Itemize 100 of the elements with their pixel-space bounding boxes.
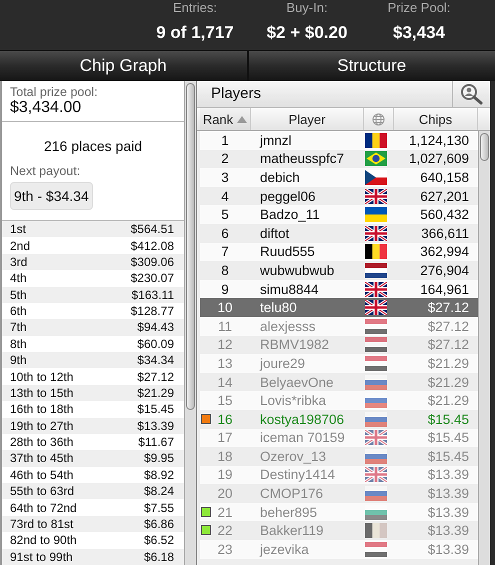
- player-row[interactable]: 3 debich 640,158: [200, 168, 478, 187]
- flag-icon: [364, 300, 386, 316]
- payout-place: 73rd to 81st: [10, 516, 74, 531]
- rank-cell-text: 5: [220, 207, 230, 222]
- column-header[interactable]: Rank: [200, 108, 251, 130]
- rank-cell-text: 1: [220, 132, 230, 148]
- column-header[interactable]: Chips: [394, 108, 478, 130]
- payout-amount: $564.51: [130, 222, 174, 236]
- tab[interactable]: Chip Graph: [0, 51, 246, 81]
- player-name: simu8844: [259, 282, 320, 297]
- payout-amount: $6.18: [144, 550, 174, 564]
- flag-icon: [364, 356, 386, 371]
- chips-cell-text: $15.45: [426, 430, 470, 446]
- payout-amount: $15.45: [137, 402, 174, 416]
- rank-cell-text: 12: [216, 337, 234, 352]
- chips-cell-text: 366,611: [420, 226, 470, 241]
- flag-icon: [364, 170, 386, 185]
- rank-cell-text: 16: [216, 412, 234, 427]
- player-name: Bakker119: [259, 523, 325, 538]
- player-row[interactable]: 1 jmnzl 1,124,130: [200, 131, 478, 150]
- rank-cell-text: 6: [220, 226, 230, 241]
- payout-amount: $21.29: [137, 386, 174, 400]
- payout-amount: $13.39: [137, 418, 174, 433]
- total-prize-label: Total prize pool:: [10, 85, 99, 99]
- player-name: peggel06: [259, 188, 317, 204]
- flag-icon: [364, 207, 386, 222]
- payout-amount: $6.52: [144, 533, 174, 548]
- chips-cell-text: $27.12: [426, 300, 470, 316]
- player-row[interactable]: 10 telu80 $27.12: [200, 298, 478, 317]
- rank-cell-text: 3: [220, 170, 230, 185]
- sort-arrow-icon: [237, 116, 248, 122]
- payout-place: 46th to 54th: [10, 468, 74, 482]
- flag-icon: [364, 486, 386, 502]
- player-row[interactable]: 2 matheusspfc7 1,027,609: [200, 150, 478, 168]
- next-payout-label: Next payout:: [10, 164, 82, 178]
- stat-label: Entries:: [172, 0, 218, 15]
- payout-amount: $27.12: [137, 370, 174, 384]
- player-row[interactable]: 4 peggel06 627,201: [200, 186, 478, 206]
- player-name: Ozerov_13: [259, 448, 328, 464]
- payout-amount: $230.07: [130, 271, 174, 286]
- chips-cell-text: $15.45: [426, 412, 470, 427]
- rank-cell-text: 7: [220, 244, 230, 260]
- payout-place: 55th to 63rd: [10, 484, 74, 498]
- payout-amount: $9.95: [144, 451, 174, 466]
- player-name: matheusspfc7: [259, 151, 346, 166]
- player-name: wubwubwub: [259, 262, 336, 278]
- chips-cell-text: $27.12: [426, 318, 470, 334]
- player-name: kostya198706: [259, 412, 346, 427]
- player-name: telu80: [259, 300, 298, 316]
- player-name: RBMV1982: [259, 337, 330, 352]
- player-row[interactable]: 9 simu8844 164,961: [200, 280, 478, 298]
- flag-icon: [364, 337, 386, 352]
- payout-place: 6th: [10, 304, 27, 318]
- next-payout-button[interactable]: 9th - $34.34: [10, 182, 93, 210]
- payout-place: 91st to 99th: [10, 550, 73, 564]
- chips-cell-text: $13.39: [426, 523, 470, 538]
- payout-place: 10th to 12th: [10, 370, 74, 384]
- rank-cell-text: 18: [216, 448, 234, 464]
- player-name: BelyaevOne: [259, 374, 335, 390]
- tab[interactable]: Structure: [248, 51, 495, 81]
- flag-icon: [364, 282, 386, 297]
- rank-cell-text: 8: [220, 262, 230, 278]
- payout-place: 28th to 36th: [10, 435, 74, 450]
- rank-cell-text: 20: [216, 486, 234, 502]
- player-name: joure29: [258, 356, 306, 371]
- player-row[interactable]: 7 Ruud555 362,994: [200, 242, 478, 262]
- flag-icon: [364, 523, 386, 538]
- total-prize-value: $3,434.00: [10, 99, 82, 117]
- scrollbar[interactable]: [184, 81, 196, 565]
- player-name: jezevika: [258, 542, 310, 557]
- player-name: Lovis*ribka: [259, 393, 328, 408]
- rank-cell-text: 15: [216, 393, 234, 408]
- payout-place: 5th: [10, 288, 27, 302]
- rank-cell-text: 17: [216, 430, 234, 446]
- payout-amount: $8.24: [144, 484, 174, 498]
- scrollbar[interactable]: [478, 131, 490, 565]
- payout-place: 16th to 18th: [10, 402, 74, 416]
- rank-cell-text: 22: [216, 523, 234, 538]
- places-paid: 216 places paid: [42, 138, 144, 154]
- column-header[interactable]: Player: [251, 108, 364, 130]
- flag-icon: [364, 226, 386, 241]
- payout-place: 3rd: [10, 254, 28, 269]
- rank-cell-text: 9: [220, 282, 230, 297]
- payout-place: 19th to 27th: [10, 418, 74, 433]
- chips-cell-text: 1,027,609: [408, 151, 470, 166]
- player-row[interactable]: 5 Badzo_11 560,432: [200, 205, 478, 224]
- rank-cell-text: 11: [216, 318, 233, 334]
- payout-place: 8th: [10, 336, 27, 351]
- flag-icon: [364, 318, 386, 334]
- rank-cell-text: 2: [220, 151, 230, 166]
- payout-place: 13th to 15th: [10, 386, 74, 400]
- payout-amount: $128.77: [130, 304, 174, 318]
- rank-cell-text: 13: [216, 356, 234, 371]
- player-name: CMOP176: [259, 486, 324, 502]
- flag-icon: [364, 374, 386, 390]
- flag-icon: [364, 542, 386, 557]
- chips-cell-text: $13.39: [426, 486, 470, 502]
- chips-cell-text: $21.29: [426, 374, 470, 390]
- payout-amount: $34.34: [137, 353, 174, 368]
- rank-cell-text: 19: [216, 467, 234, 482]
